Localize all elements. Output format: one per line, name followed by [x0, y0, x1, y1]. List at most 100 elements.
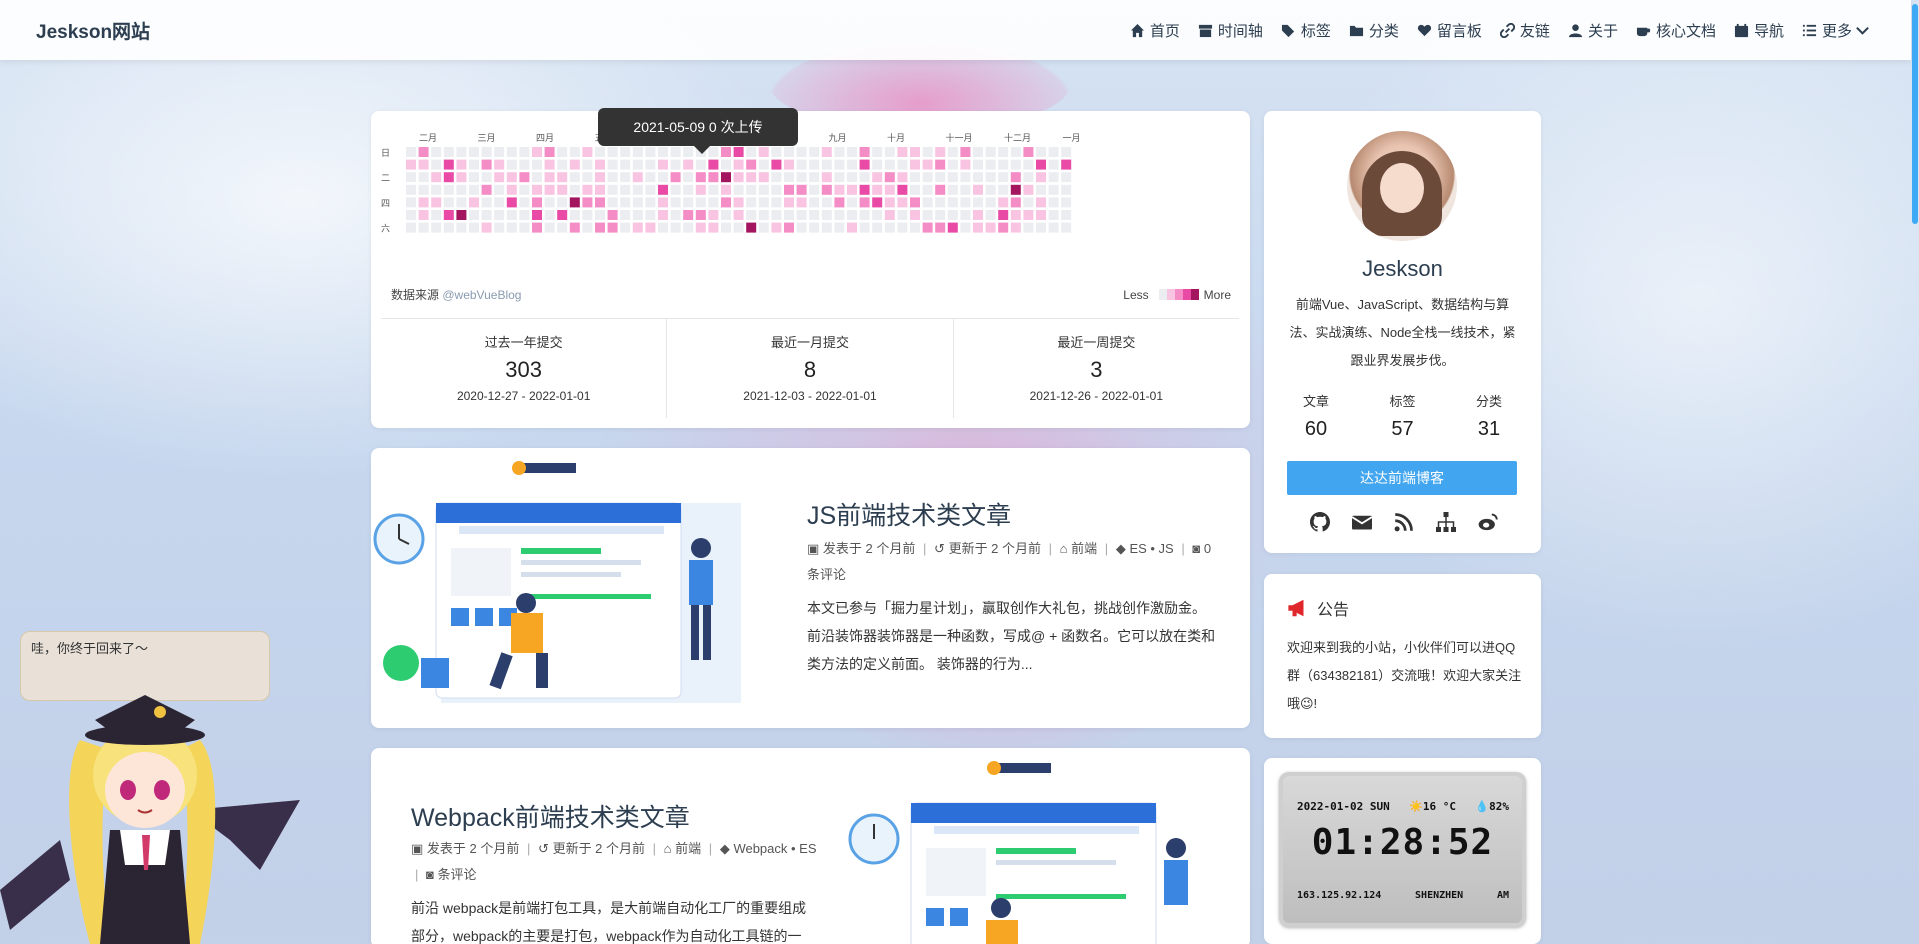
- contribution-day[interactable]: [960, 222, 971, 233]
- contribution-day[interactable]: [443, 184, 454, 195]
- contribution-day[interactable]: [884, 172, 895, 183]
- contribution-day[interactable]: [922, 147, 933, 157]
- contribution-day[interactable]: [595, 172, 605, 183]
- contribution-day[interactable]: [935, 172, 946, 183]
- contribution-day[interactable]: [418, 210, 429, 220]
- contribution-day[interactable]: [506, 147, 517, 157]
- contribution-day[interactable]: [708, 210, 719, 220]
- contribution-day[interactable]: [632, 222, 643, 233]
- contribution-day[interactable]: [456, 197, 467, 208]
- contribution-day[interactable]: [897, 147, 908, 157]
- contribution-day[interactable]: [985, 210, 996, 220]
- contribution-day[interactable]: [897, 159, 908, 170]
- contribution-day[interactable]: [632, 159, 643, 170]
- contribution-day[interactable]: [506, 172, 517, 183]
- contribution-day[interactable]: [784, 210, 794, 220]
- contribution-day[interactable]: [973, 147, 983, 157]
- contribution-day[interactable]: [582, 159, 593, 170]
- contribution-day[interactable]: [494, 159, 505, 170]
- contribution-day[interactable]: [746, 210, 757, 220]
- contribution-day[interactable]: [658, 222, 668, 233]
- contribution-day[interactable]: [721, 147, 731, 157]
- contribution-day[interactable]: [406, 159, 416, 170]
- contribution-day[interactable]: [494, 147, 505, 157]
- contribution-day[interactable]: [670, 222, 681, 233]
- contribution-day[interactable]: [582, 222, 593, 233]
- contribution-day[interactable]: [721, 172, 731, 183]
- contribution-day[interactable]: [746, 159, 757, 170]
- contribution-day[interactable]: [456, 184, 467, 195]
- contribution-day[interactable]: [973, 159, 983, 170]
- contribution-day[interactable]: [758, 210, 769, 220]
- contribution-day[interactable]: [569, 172, 580, 183]
- contribution-day[interactable]: [758, 159, 769, 170]
- contribution-day[interactable]: [960, 184, 971, 195]
- contribution-day[interactable]: [1048, 222, 1059, 233]
- contribution-day[interactable]: [897, 222, 908, 233]
- contribution-day[interactable]: [758, 147, 769, 157]
- contribution-day[interactable]: [771, 222, 782, 233]
- contribution-day[interactable]: [784, 222, 794, 233]
- contribution-day[interactable]: [872, 172, 883, 183]
- contribution-day[interactable]: [607, 172, 618, 183]
- contribution-day[interactable]: [607, 197, 618, 208]
- contribution-day[interactable]: [431, 210, 442, 220]
- contribution-day[interactable]: [1061, 172, 1072, 183]
- contribution-day[interactable]: [947, 147, 958, 157]
- scroll-thumb[interactable]: [1912, 4, 1918, 224]
- contribution-day[interactable]: [985, 184, 996, 195]
- contribution-day[interactable]: [859, 222, 870, 233]
- contribution-day[interactable]: [1061, 197, 1072, 208]
- contribution-day[interactable]: [884, 197, 895, 208]
- contribution-day[interactable]: [985, 197, 996, 208]
- contribution-day[interactable]: [607, 159, 618, 170]
- contribution-day[interactable]: [733, 197, 744, 208]
- post-comments[interactable]: 条评论: [438, 867, 477, 882]
- contribution-day[interactable]: [418, 172, 429, 183]
- contribution-day[interactable]: [443, 147, 454, 157]
- post-title[interactable]: Webpack前端技术类文章: [411, 798, 690, 834]
- contribution-day[interactable]: [645, 184, 656, 195]
- contribution-day[interactable]: [859, 172, 870, 183]
- contribution-day[interactable]: [784, 197, 794, 208]
- contribution-day[interactable]: [733, 172, 744, 183]
- contribution-day[interactable]: [1048, 197, 1059, 208]
- contribution-day[interactable]: [1036, 197, 1046, 208]
- contribution-day[interactable]: [872, 147, 883, 157]
- contribution-day[interactable]: [809, 159, 820, 170]
- contribution-day[interactable]: [607, 222, 618, 233]
- contribution-day[interactable]: [544, 222, 555, 233]
- contribution-day[interactable]: [1023, 210, 1034, 220]
- contribution-day[interactable]: [494, 197, 505, 208]
- contribution-day[interactable]: [985, 159, 996, 170]
- contribution-day[interactable]: [847, 172, 857, 183]
- contribution-day[interactable]: [821, 210, 832, 220]
- contribution-day[interactable]: [481, 159, 492, 170]
- contribution-day[interactable]: [746, 184, 757, 195]
- contribution-day[interactable]: [1023, 159, 1034, 170]
- contribution-day[interactable]: [481, 210, 492, 220]
- contribution-day[interactable]: [809, 210, 820, 220]
- contribution-day[interactable]: [443, 159, 454, 170]
- contribution-day[interactable]: [456, 159, 467, 170]
- post-card[interactable]: JS前端技术类文章 ▣ 发表于 2 个月前 | ↺ 更新于 2 个月前 | ⌂ …: [371, 448, 1250, 728]
- contribution-day[interactable]: [632, 210, 643, 220]
- contribution-day[interactable]: [834, 197, 845, 208]
- nav-timeline[interactable]: 时间轴: [1198, 20, 1263, 41]
- contribution-day[interactable]: [998, 172, 1009, 183]
- contribution-day[interactable]: [821, 172, 832, 183]
- contribution-day[interactable]: [544, 147, 555, 157]
- contribution-day[interactable]: [481, 197, 492, 208]
- contribution-day[interactable]: [607, 184, 618, 195]
- contribution-day[interactable]: [922, 222, 933, 233]
- contribution-day[interactable]: [506, 159, 517, 170]
- contribution-day[interactable]: [431, 222, 442, 233]
- contribution-day[interactable]: [557, 172, 568, 183]
- contribution-day[interactable]: [985, 222, 996, 233]
- contribution-day[interactable]: [859, 184, 870, 195]
- nav-friends[interactable]: 友链: [1499, 20, 1550, 41]
- contribution-day[interactable]: [695, 172, 706, 183]
- contribution-day[interactable]: [998, 210, 1009, 220]
- contribution-day[interactable]: [847, 210, 857, 220]
- contribution-day[interactable]: [506, 197, 517, 208]
